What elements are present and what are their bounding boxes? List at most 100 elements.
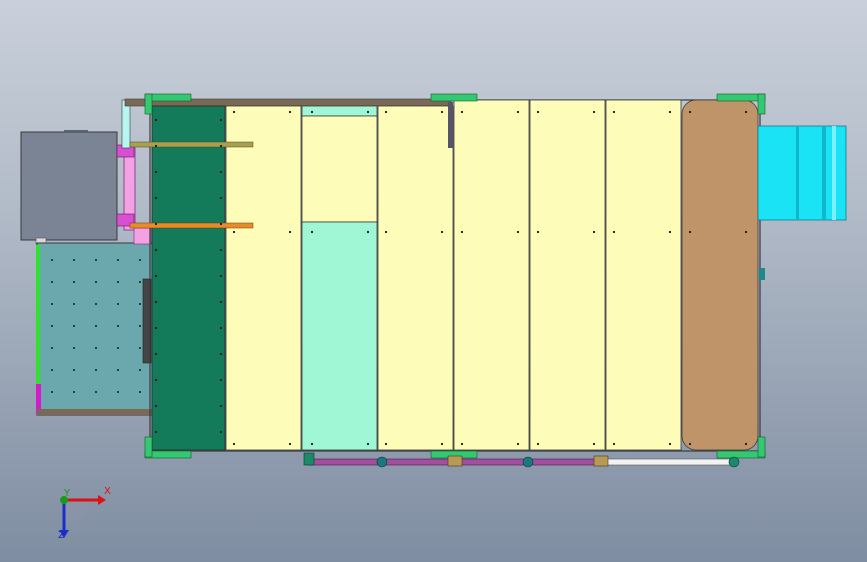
bolt-hole — [95, 347, 97, 349]
bolt-hole — [592, 110, 596, 114]
bolt-hole — [139, 369, 141, 371]
bolt-hole — [117, 281, 119, 283]
bolt-hole — [592, 442, 596, 446]
bolt-hole — [73, 325, 75, 327]
bolt-hole — [612, 442, 616, 446]
yellow-panel-6[interactable] — [605, 99, 682, 451]
bolt-hole — [366, 110, 370, 114]
pipe-valve-1[interactable] — [376, 456, 388, 468]
bolt-hole — [73, 259, 75, 261]
bolt-hole — [73, 303, 75, 305]
cyan-post — [121, 99, 131, 149]
bolt-hole — [73, 347, 75, 349]
white-drain-pipe[interactable] — [603, 458, 733, 466]
bolt-hole — [612, 110, 616, 114]
cad-viewport[interactable]: X Y Z — [0, 0, 867, 562]
brown-panel[interactable] — [681, 99, 759, 451]
mint-panel-top[interactable] — [301, 105, 378, 117]
bracket-top-middle — [430, 93, 478, 102]
bolt-hole — [536, 230, 540, 234]
triad-shadow — [64, 500, 88, 524]
bolt-hole — [440, 110, 444, 114]
bolt-hole — [154, 196, 158, 200]
bolt-hole — [688, 442, 692, 446]
bolt-hole — [219, 378, 223, 382]
orange-rod[interactable] — [129, 222, 254, 229]
bolt-hole — [154, 170, 158, 174]
cyan-fan-stripe-2 — [822, 126, 826, 220]
bolt-hole — [219, 352, 223, 356]
bolt-hole — [95, 391, 97, 393]
bolt-hole — [51, 259, 53, 261]
bolt-hole — [51, 281, 53, 283]
bolt-hole — [460, 110, 464, 114]
dark-divider-bar — [448, 102, 453, 148]
bolt-hole — [73, 391, 75, 393]
bolt-hole — [310, 230, 314, 234]
bolt-hole — [219, 248, 223, 252]
bolt-hole — [154, 352, 158, 356]
bolt-hole — [117, 325, 119, 327]
yellow-panel-4[interactable] — [453, 99, 530, 451]
bolt-hole — [51, 347, 53, 349]
teal-tank-bottom-rail — [37, 409, 152, 415]
bolt-hole — [219, 404, 223, 408]
bolt-hole — [516, 442, 520, 446]
bolt-hole — [154, 326, 158, 330]
yellow-panel-3[interactable] — [377, 105, 454, 451]
teal-tank[interactable] — [36, 242, 154, 416]
bolt-hole — [219, 222, 223, 226]
bolt-hole — [460, 442, 464, 446]
bolt-hole — [219, 300, 223, 304]
bolt-hole — [384, 110, 388, 114]
bolt-hole — [384, 442, 388, 446]
bolt-hole — [288, 230, 292, 234]
bolt-hole — [154, 248, 158, 252]
bolt-hole — [536, 110, 540, 114]
bolt-hole — [139, 259, 141, 261]
bolt-hole — [139, 325, 141, 327]
bolt-hole — [219, 430, 223, 434]
pipe-elbow-left — [303, 452, 315, 466]
gray-box-tab — [64, 130, 88, 133]
assembly-top-view[interactable] — [0, 0, 867, 562]
bolt-hole — [154, 300, 158, 304]
green-panel[interactable] — [151, 105, 226, 451]
bolt-hole — [516, 110, 520, 114]
pipe-valve-2[interactable] — [522, 456, 534, 468]
bolt-hole — [154, 118, 158, 122]
pipe-tee-2 — [593, 455, 609, 467]
bolt-hole — [219, 274, 223, 278]
bolt-hole — [51, 391, 53, 393]
bolt-hole — [460, 230, 464, 234]
olive-rod[interactable] — [129, 141, 254, 148]
bolt-hole — [668, 230, 672, 234]
bolt-hole — [117, 391, 119, 393]
bolt-hole — [310, 110, 314, 114]
yellow-panel-2-top[interactable] — [301, 115, 378, 223]
bolt-hole — [668, 110, 672, 114]
bolt-hole — [744, 110, 748, 114]
bolt-hole — [154, 144, 158, 148]
bolt-hole — [516, 230, 520, 234]
bolt-hole — [117, 259, 119, 261]
bolt-hole — [51, 303, 53, 305]
bolt-hole — [139, 391, 141, 393]
bolt-hole — [440, 230, 444, 234]
gray-control-box[interactable] — [20, 131, 118, 241]
yellow-panel-1[interactable] — [225, 105, 302, 451]
bolt-hole — [51, 369, 53, 371]
pipe-outlet[interactable] — [728, 456, 740, 468]
yellow-panel-5[interactable] — [529, 99, 606, 451]
mint-panel-bottom[interactable] — [301, 221, 378, 451]
bolt-hole — [219, 326, 223, 330]
bolt-hole — [219, 196, 223, 200]
teal-tank-green-edge — [36, 245, 40, 385]
cyan-fan-stripe-3 — [832, 126, 836, 220]
bolt-hole — [612, 230, 616, 234]
bolt-hole — [288, 110, 292, 114]
bolt-hole — [440, 442, 444, 446]
bolt-hole — [688, 110, 692, 114]
z-axis-label: Z — [58, 530, 65, 541]
bolt-hole — [592, 230, 596, 234]
